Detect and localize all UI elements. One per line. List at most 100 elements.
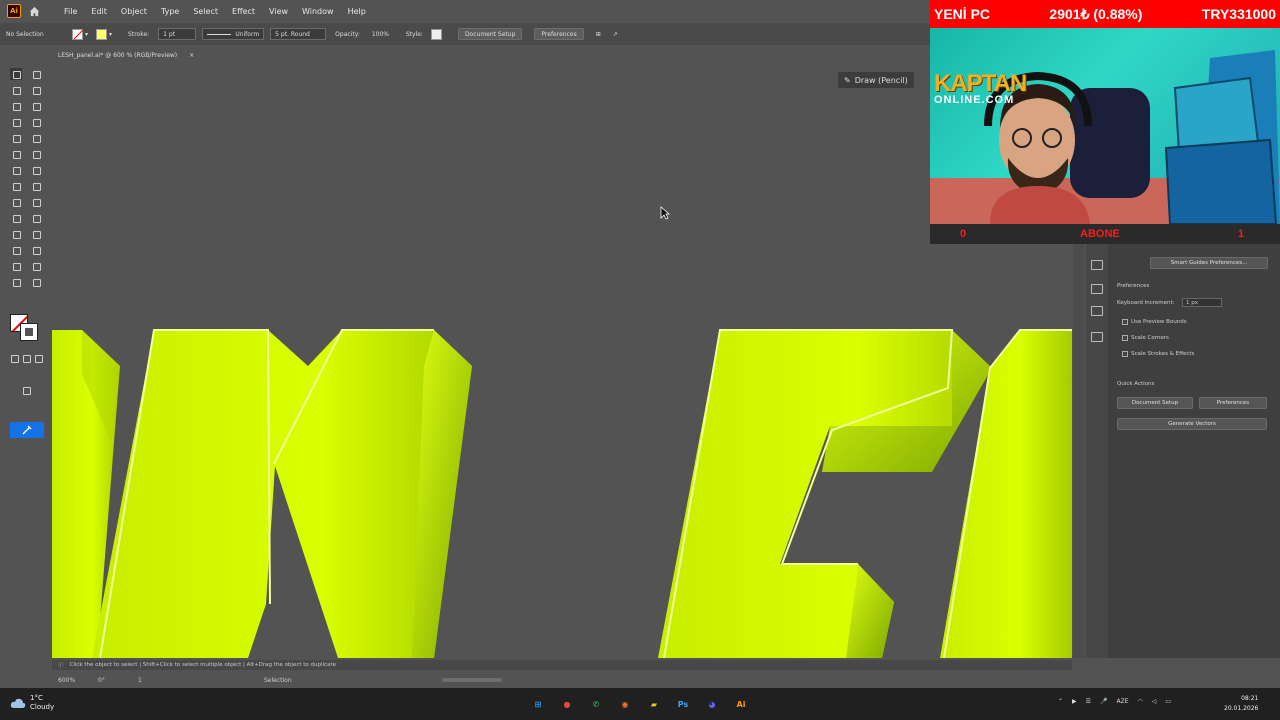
share-icon[interactable]: ↗ — [607, 31, 624, 38]
gradient-tool-icon[interactable] — [30, 212, 42, 224]
generate-vectors-button[interactable]: Generate Vectors — [1117, 418, 1267, 430]
selection-tool-icon[interactable] — [10, 68, 22, 80]
mesh-tool-icon[interactable] — [10, 212, 22, 224]
tray-overflow-icon[interactable]: ⌃ — [1058, 698, 1063, 705]
zoom-level-field[interactable]: 600% — [58, 677, 98, 684]
width-tool-icon[interactable] — [10, 180, 22, 192]
illustrator-icon[interactable]: Ai — [731, 694, 751, 714]
menu-select[interactable]: Select — [186, 7, 225, 16]
screen-mode-icon[interactable] — [20, 384, 32, 396]
draw-behind-icon[interactable] — [20, 352, 32, 364]
tray-app-icon-2[interactable]: ☰ — [1086, 698, 1091, 705]
tray-app-icon-1[interactable]: ▶ — [1072, 698, 1077, 705]
stroke-color-icon[interactable] — [20, 323, 38, 341]
menu-type[interactable]: Type — [154, 7, 186, 16]
rectangle-tool-icon[interactable] — [10, 132, 22, 144]
opacity-label[interactable]: Opacity: — [329, 31, 366, 38]
document-tab[interactable]: LESH_panel.ai* @ 600 % (RGB/Preview) × — [52, 48, 222, 62]
letter-c[interactable] — [658, 330, 992, 658]
system-clock[interactable]: 08:21 20.01.2026 — [1224, 694, 1258, 714]
network-icon[interactable]: ◠ — [1138, 698, 1143, 705]
curvature-tool-icon[interactable] — [30, 100, 42, 112]
chrome-icon[interactable]: ● — [557, 694, 577, 714]
blend-tool-icon[interactable] — [30, 228, 42, 240]
menu-help[interactable]: Help — [341, 7, 373, 16]
scale-corners-checkbox[interactable] — [1122, 335, 1128, 341]
battery-icon[interactable]: ▭ — [1165, 698, 1171, 705]
pen-tool-icon[interactable] — [10, 100, 22, 112]
direct-selection-tool-icon[interactable] — [30, 68, 42, 80]
hand-tool-icon[interactable] — [10, 276, 22, 288]
document-setup-button[interactable]: Document Setup — [457, 28, 523, 40]
swatches-panel-icon[interactable] — [1091, 332, 1103, 342]
horizontal-scrollbar[interactable] — [442, 678, 502, 682]
edit-toolbar-icon[interactable] — [10, 422, 44, 438]
stroke-dropdown-icon[interactable]: ▾ — [109, 31, 112, 38]
quick-preferences-button[interactable]: Preferences — [1199, 397, 1267, 409]
line-tool-icon[interactable] — [30, 116, 42, 128]
zoom-tool-icon[interactable] — [30, 276, 42, 288]
rotation-field[interactable]: 0° — [98, 677, 138, 684]
lasso-tool-icon[interactable] — [30, 84, 42, 96]
menu-view[interactable]: View — [262, 7, 295, 16]
artboard-navigator[interactable]: 1 — [138, 677, 178, 684]
fill-dropdown-icon[interactable]: ▾ — [85, 31, 88, 38]
opacity-value[interactable]: 100% — [366, 31, 400, 38]
fill-swatch[interactable] — [72, 28, 83, 40]
paintbrush-tool-icon[interactable] — [30, 132, 42, 144]
stroke-swatch[interactable] — [96, 28, 108, 40]
draw-normal-icon[interactable] — [8, 352, 20, 364]
file-explorer-icon[interactable]: ▰ — [644, 694, 664, 714]
brush-definition[interactable]: 5 pt. Round — [270, 28, 327, 40]
perspective-grid-tool-icon[interactable] — [30, 196, 42, 208]
close-tab-icon[interactable]: × — [189, 52, 194, 59]
keyboard-increment-label: Keyboard Increment: — [1117, 300, 1175, 306]
shape-builder-tool-icon[interactable] — [10, 196, 22, 208]
rotate-tool-icon[interactable] — [10, 164, 22, 176]
artwork-letters[interactable] — [52, 64, 1072, 658]
menu-file[interactable]: File — [57, 7, 84, 16]
artboard-tool-icon[interactable] — [10, 260, 22, 272]
use-preview-bounds-checkbox[interactable] — [1122, 319, 1128, 325]
column-graph-tool-icon[interactable] — [30, 244, 42, 256]
whatsapp-icon[interactable]: ✆ — [586, 694, 606, 714]
smart-guides-preferences-button[interactable]: Smart Guides Preferences... — [1150, 257, 1268, 269]
draw-pencil-label[interactable]: ✎ Draw (Pencil) — [838, 72, 914, 88]
eraser-tool-icon[interactable] — [30, 148, 42, 160]
symbol-sprayer-tool-icon[interactable] — [10, 244, 22, 256]
artboard-canvas[interactable]: ✎ Draw (Pencil) — [52, 64, 1072, 658]
fill-stroke-widget[interactable] — [10, 314, 40, 342]
draw-inside-icon[interactable] — [32, 352, 44, 364]
keyboard-increment-input[interactable]: 1 px — [1182, 298, 1222, 307]
menu-effect[interactable]: Effect — [225, 7, 262, 16]
free-transform-tool-icon[interactable] — [30, 180, 42, 192]
magic-wand-tool-icon[interactable] — [10, 84, 22, 96]
shaper-tool-icon[interactable] — [10, 148, 22, 160]
menu-object[interactable]: Object — [114, 7, 154, 16]
weather-widget[interactable]: 1°C Cloudy — [10, 694, 54, 712]
libraries-panel-icon[interactable] — [1091, 306, 1103, 316]
tray-microphone-icon[interactable]: 🎤 — [1100, 698, 1107, 705]
discord-icon[interactable]: ◕ — [702, 694, 722, 714]
eyedropper-tool-icon[interactable] — [10, 228, 22, 240]
slice-tool-icon[interactable] — [30, 260, 42, 272]
language-indicator[interactable]: AZE — [1117, 698, 1129, 705]
stroke-weight-field[interactable]: 1 pt — [158, 28, 197, 40]
layers-panel-icon[interactable] — [1091, 284, 1103, 294]
properties-panel-icon[interactable] — [1091, 260, 1103, 270]
volume-icon[interactable]: ◁ — [1152, 698, 1157, 705]
windows-start-icon[interactable]: ⊞ — [528, 694, 548, 714]
home-icon[interactable] — [27, 4, 41, 18]
type-tool-icon[interactable] — [10, 116, 22, 128]
menu-window[interactable]: Window — [295, 7, 341, 16]
menu-edit[interactable]: Edit — [84, 7, 114, 16]
graphic-style-swatch[interactable] — [430, 28, 442, 40]
scale-strokes-checkbox[interactable] — [1122, 351, 1128, 357]
quick-document-setup-button[interactable]: Document Setup — [1117, 397, 1193, 409]
blender-icon[interactable]: ◉ — [615, 694, 635, 714]
preferences-button[interactable]: Preferences — [534, 28, 584, 40]
variable-width-profile[interactable]: Uniform — [202, 28, 265, 40]
scale-tool-icon[interactable] — [30, 164, 42, 176]
arrange-documents-icon[interactable]: ⊞ — [590, 31, 607, 38]
photoshop-icon[interactable]: Ps — [673, 694, 693, 714]
